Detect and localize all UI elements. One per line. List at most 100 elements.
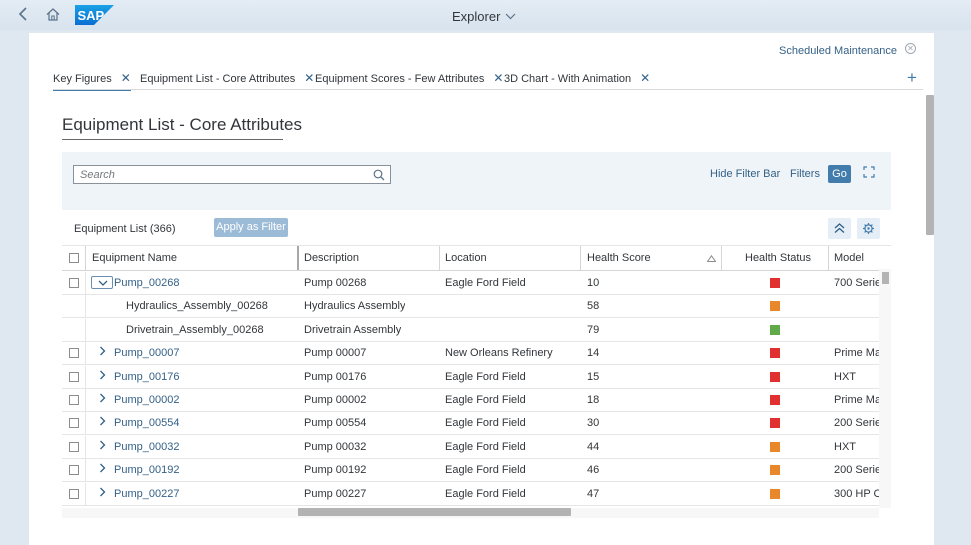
table-row[interactable]: Pump_00554 Pump 00554 Eagle Ford Field 30 20… (62, 412, 891, 436)
collapse-row-button[interactable] (91, 276, 113, 289)
tab-label: Equipment Scores - Few Attributes (315, 73, 485, 85)
health-score-cell: 44 (587, 440, 600, 453)
tab-key-figures[interactable]: Key Figures ✕ (53, 71, 131, 91)
column-header-model[interactable]: Model (834, 246, 864, 270)
filters-button[interactable]: Filters (790, 168, 820, 180)
equipment-name-link[interactable]: Pump_00268 (114, 272, 179, 294)
table-row[interactable]: Pump_00002 Pump 00002 Eagle Ford Field 18 Pr… (62, 389, 891, 412)
model-cell: Prime Mas (834, 394, 880, 406)
app-title-menu[interactable]: Explorer (452, 8, 516, 24)
row-checkbox[interactable] (69, 371, 79, 382)
tab-close-icon[interactable]: ✕ (121, 71, 131, 85)
column-header-health-status[interactable]: Health Status (745, 246, 811, 270)
table-header-row: Equipment Name Description Location Heal… (62, 246, 891, 271)
collapse-header-button[interactable] (828, 218, 851, 239)
column-header-health-score[interactable]: Health Score (587, 246, 651, 270)
home-icon[interactable] (46, 8, 60, 25)
location-cell: Eagle Ford Field (445, 277, 526, 289)
table-row[interactable]: Pump_00176 Pump 00176 Eagle Ford Field 15 HX… (62, 365, 891, 389)
health-score-cell: 46 (587, 464, 600, 477)
health-status-indicator (770, 441, 780, 452)
column-divider (828, 246, 829, 270)
tab-equipment-list[interactable]: Equipment List - Core Attributes ✕ (140, 71, 314, 91)
apply-as-filter-button[interactable]: Apply as Filter (214, 218, 288, 237)
table-horizontal-scrollbar[interactable] (298, 508, 571, 516)
search-input[interactable]: Search (73, 165, 391, 184)
column-divider (85, 389, 86, 411)
expand-row-button[interactable] (96, 483, 108, 505)
row-checkbox[interactable] (69, 395, 79, 405)
location-cell: Eagle Ford Field (445, 370, 526, 383)
search-icon[interactable] (373, 169, 385, 181)
column-divider (85, 342, 86, 365)
tab-equipment-scores[interactable]: Equipment Scores - Few Attributes ✕ (315, 71, 503, 91)
description-cell: Pump 00268 (304, 277, 367, 289)
table-row[interactable]: Drivetrain_Assembly_00268 Drivetrain Asse… (62, 318, 891, 342)
add-tab-icon[interactable]: + (907, 68, 917, 88)
expand-row-button[interactable] (96, 342, 108, 364)
expand-row-button[interactable] (96, 459, 108, 481)
row-checkbox[interactable] (69, 418, 79, 429)
expand-row-button[interactable] (96, 389, 108, 411)
chevron-right-icon (99, 463, 105, 473)
sap-logo[interactable]: SAP (75, 5, 114, 25)
table-row[interactable]: Pump_00268 Pump 00268 Eagle Ford Field 10 70… (62, 272, 891, 295)
table-row[interactable]: Hydraulics_Assembly_00268 Hydraulics Asse… (62, 295, 891, 319)
model-cell: 200 Series (834, 464, 880, 477)
location-cell: New Orleans Refinery (445, 347, 553, 360)
column-divider (85, 365, 86, 388)
back-icon[interactable] (18, 7, 28, 25)
row-checkbox[interactable] (69, 278, 79, 288)
fullscreen-icon[interactable] (863, 166, 875, 178)
tab-close-icon[interactable]: ✕ (640, 71, 650, 85)
health-status-indicator (770, 301, 780, 312)
equipment-name-link[interactable]: Pump_00554 (114, 412, 179, 434)
equipment-name: Drivetrain_Assembly_00268 (126, 323, 264, 336)
expand-row-button[interactable] (96, 366, 108, 388)
page-scrollbar[interactable] (926, 95, 934, 235)
health-status-indicator (770, 488, 780, 499)
model-cell: Prime Mas (834, 347, 880, 360)
search-placeholder: Search (80, 169, 115, 181)
select-all-checkbox[interactable] (69, 253, 79, 263)
table-row[interactable]: Pump_00007 Pump 00007 New Orleans Refinery… (62, 342, 891, 366)
health-status-indicator (770, 371, 780, 382)
equipment-name-link[interactable]: Pump_00192 (114, 459, 179, 481)
close-icon[interactable]: ✕ (905, 43, 916, 54)
equipment-name-link[interactable]: Pump_00032 (114, 436, 179, 458)
expand-row-button[interactable] (96, 436, 108, 458)
row-checkbox[interactable] (69, 465, 79, 476)
tab-close-icon[interactable]: ✕ (304, 71, 314, 85)
row-checkbox[interactable] (69, 348, 79, 359)
equipment-name-link[interactable]: Pump_00227 (114, 483, 179, 505)
row-checkbox[interactable] (69, 441, 79, 452)
equipment-name-link[interactable]: Pump_00007 (114, 342, 179, 364)
tab-close-icon[interactable]: ✕ (493, 71, 503, 85)
equipment-name: Hydraulics_Assembly_00268 (126, 300, 268, 313)
column-header-location[interactable]: Location (445, 246, 487, 270)
table-vertical-scrollbar[interactable] (882, 272, 889, 284)
health-status-indicator (770, 324, 780, 335)
column-divider (439, 246, 440, 270)
tab-3d-chart[interactable]: 3D Chart - With Animation ✕ (504, 71, 650, 91)
scheduled-maintenance-link[interactable]: Scheduled Maintenance (779, 45, 897, 57)
column-header-description[interactable]: Description (304, 246, 359, 270)
tab-bar: Key Figures ✕ Equipment List - Core Attri… (53, 71, 923, 91)
equipment-name-link[interactable]: Pump_00176 (114, 366, 179, 388)
table-settings-button[interactable] (857, 218, 880, 239)
chevron-right-icon (99, 370, 105, 380)
health-score-cell: 14 (587, 347, 600, 360)
row-checkbox[interactable] (69, 488, 79, 499)
location-cell: Eagle Ford Field (445, 440, 526, 453)
health-score-cell: 58 (587, 300, 600, 313)
table-row[interactable]: Pump_00227 Pump 00227 Eagle Ford Field 47 30… (62, 482, 891, 506)
go-button[interactable]: Go (828, 165, 851, 183)
equipment-name-link[interactable]: Pump_00002 (114, 389, 179, 411)
hide-filter-bar-button[interactable]: Hide Filter Bar (710, 168, 780, 180)
table-row[interactable]: Pump_00192 Pump 00192 Eagle Ford Field 46 20… (62, 459, 891, 483)
expand-row-button[interactable] (96, 412, 108, 434)
table-row[interactable]: Pump_00032 Pump 00032 Eagle Ford Field 44 HX… (62, 435, 891, 459)
column-resize-handle[interactable] (297, 246, 299, 270)
tab-label: Equipment List - Core Attributes (140, 73, 296, 85)
column-header-equipment-name[interactable]: Equipment Name (92, 246, 177, 270)
